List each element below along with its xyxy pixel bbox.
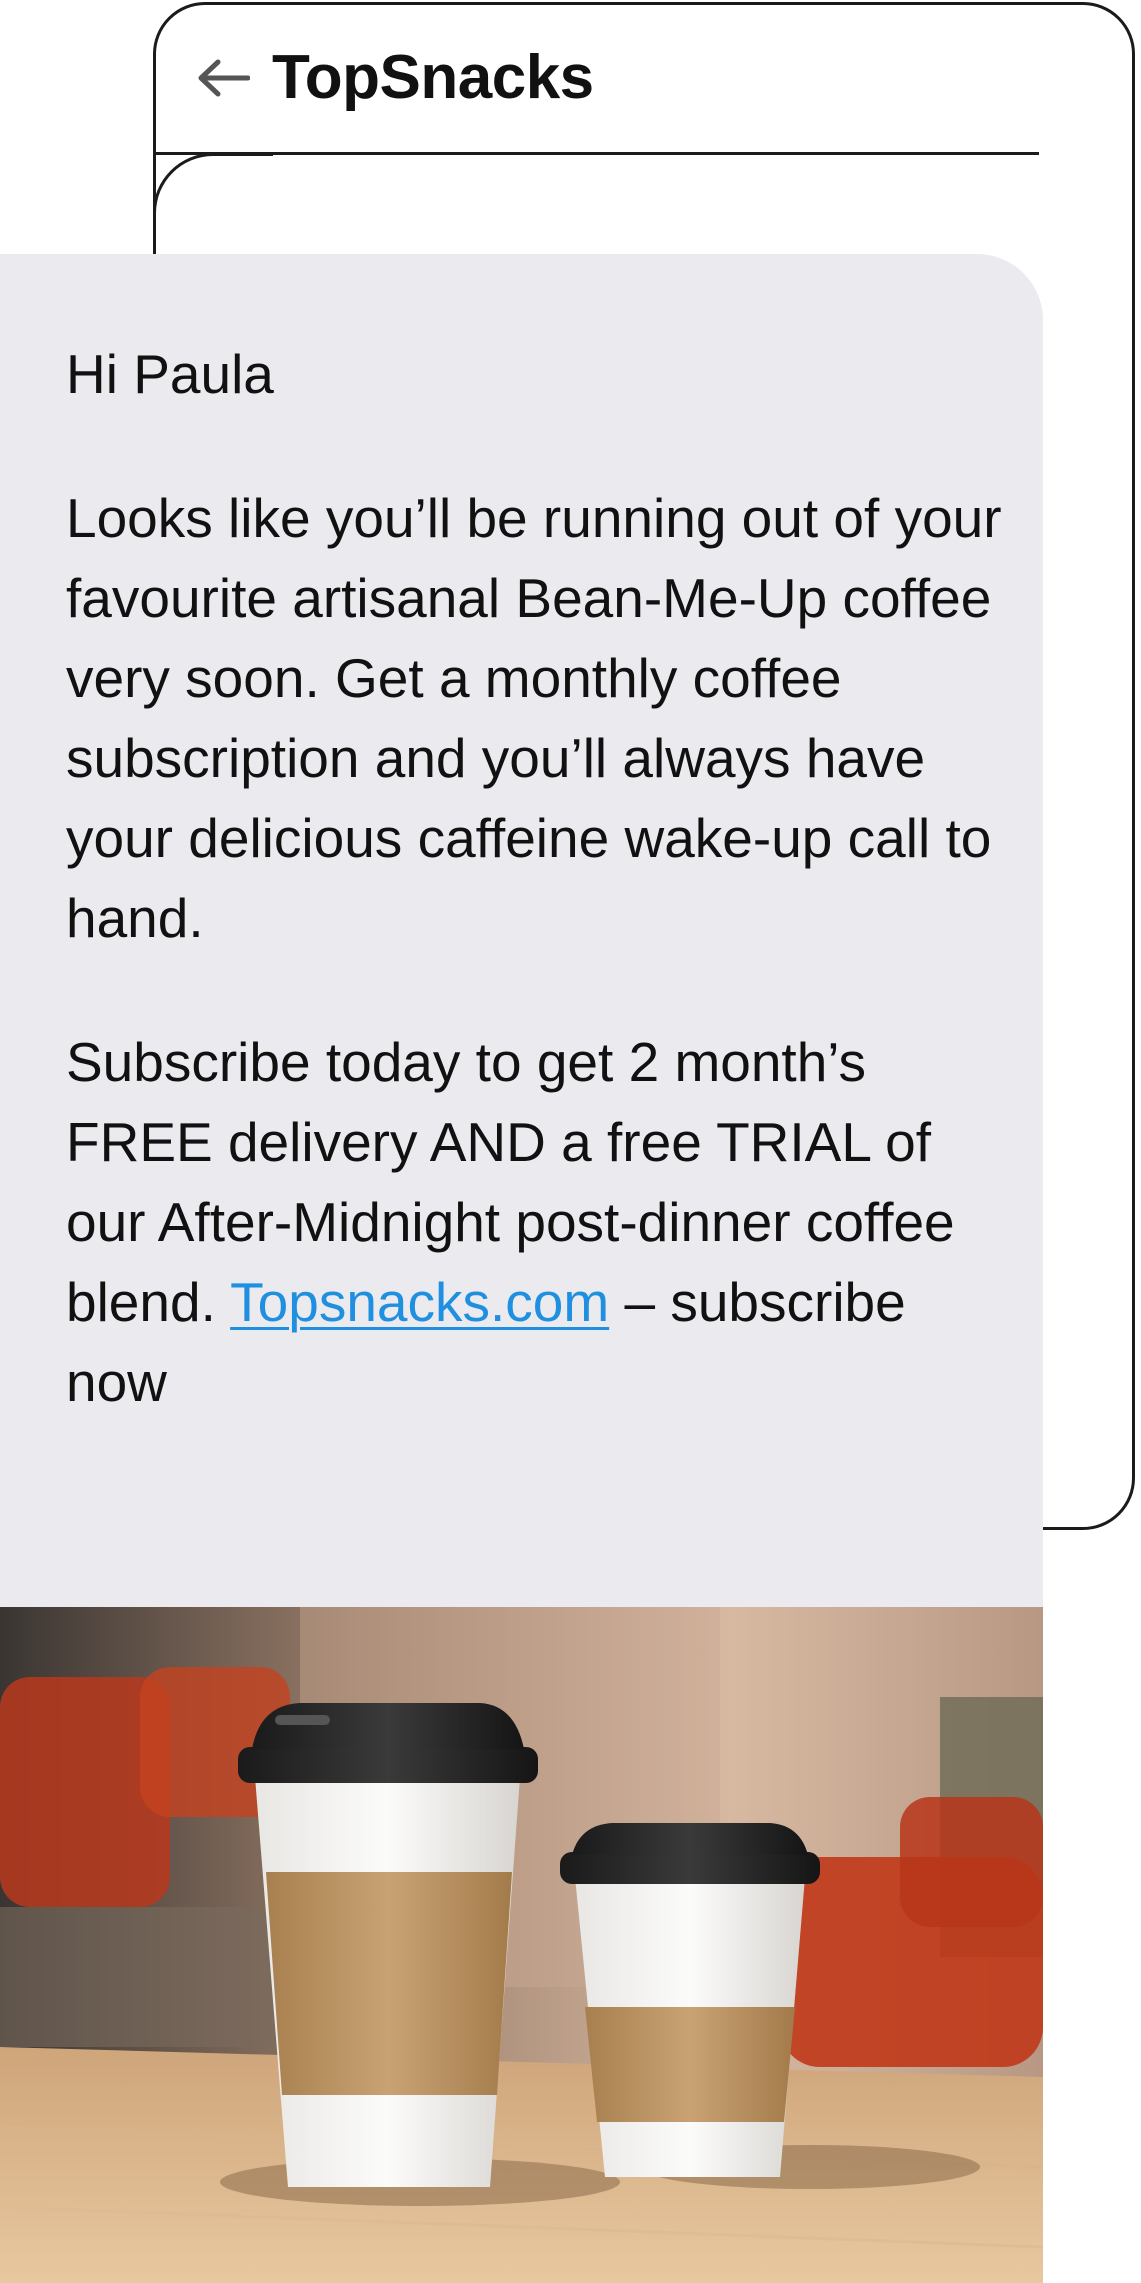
topsnacks-link[interactable]: Topsnacks.com	[230, 1271, 609, 1333]
app-header: TopSnacks	[196, 38, 594, 118]
header-divider	[153, 152, 1039, 155]
back-arrow-icon[interactable]	[196, 58, 250, 98]
message-paragraph-cta: Subscribe today to get 2 month’s FREE de…	[66, 1022, 1006, 1422]
app-title: TopSnacks	[272, 43, 594, 112]
message-body: Hi Paula Looks like you’ll be running ou…	[66, 334, 1006, 1422]
message-paragraph: Looks like you’ll be running out of your…	[66, 487, 1002, 949]
coffee-cups-photo	[0, 1607, 1043, 2283]
message-screen: TopSnacks Hi Paula Looks like you’ll be …	[0, 0, 1141, 2283]
message-greeting: Hi Paula	[66, 343, 274, 405]
